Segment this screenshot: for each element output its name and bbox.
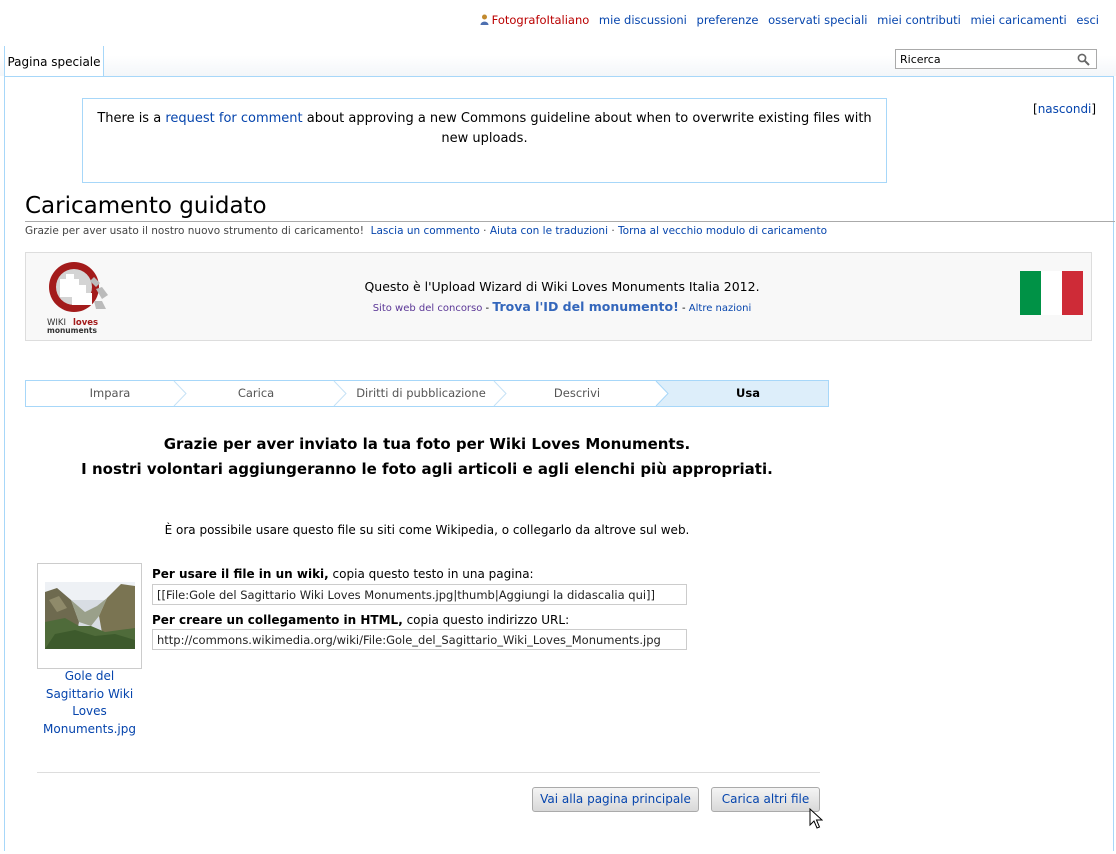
wiki-usage-label: Per usare il file in un wiki, copia ques… — [152, 567, 534, 581]
tab-special-page[interactable]: Pagina speciale — [4, 46, 104, 76]
file-thumbnail[interactable] — [37, 563, 142, 669]
step-release-rights: Diritti di pubblicazione — [356, 386, 486, 400]
thanks-message: Grazie per aver inviato la tua foto per … — [81, 435, 773, 478]
mouse-cursor-icon — [809, 808, 823, 829]
my-talk-link[interactable]: mie discussioni — [599, 13, 687, 27]
hide-notice-link[interactable]: nascondi — [1038, 102, 1092, 116]
rfc-link[interactable]: request for comment — [165, 111, 302, 126]
campaign-banner: WIKI loves monuments Questo è l'Upload W… — [25, 252, 1092, 341]
wizard-steps: Impara Carica Diritti di pubblicazione D… — [25, 380, 829, 407]
banner-text: Questo è l'Upload Wizard di Wiki Loves M… — [316, 279, 808, 314]
my-contributions-link[interactable]: miei contributi — [877, 13, 961, 27]
step-describe: Descrivi — [553, 386, 601, 400]
logout-link[interactable]: esci — [1076, 13, 1099, 27]
preferences-link[interactable]: preferenze — [697, 13, 759, 27]
user-icon — [480, 14, 489, 25]
leave-feedback-link[interactable]: Lascia un commento — [371, 225, 480, 237]
user-link[interactable]: FotografoItaliano — [480, 13, 593, 27]
italian-flag-icon — [1020, 271, 1083, 315]
search-box — [895, 49, 1097, 69]
wiki-loves-monuments-logo: WIKI loves monuments — [47, 262, 108, 335]
contest-site-link[interactable]: Sito web del concorso — [373, 303, 483, 314]
banner-links: Sito web del concorso - Trova l'ID del m… — [372, 299, 752, 314]
old-form-link[interactable]: Torna al vecchio modulo di caricamento — [618, 225, 827, 237]
step-use: Usa — [736, 386, 760, 400]
page-title: Caricamento guidato — [25, 193, 267, 219]
search-icon[interactable] — [1077, 53, 1090, 66]
html-usage-label: Per creare un collegamento in HTML, copi… — [152, 613, 570, 627]
step-upload: Carica — [237, 386, 275, 400]
divider — [37, 772, 820, 773]
search-input[interactable] — [896, 50, 1076, 68]
wiki-code-field[interactable] — [152, 584, 687, 605]
upload-more-files-button[interactable]: Carica altri file — [711, 787, 820, 812]
go-to-main-page-button[interactable]: Vai alla pagina principale — [532, 787, 699, 812]
file-name-link[interactable]: Gole del Sagittario Wiki Loves Monuments… — [37, 668, 142, 738]
my-uploads-link[interactable]: miei caricamenti — [970, 13, 1066, 27]
site-notice: There is a request for comment about app… — [82, 98, 887, 183]
other-nations-link[interactable]: Altre nazioni — [689, 303, 752, 314]
banner-headline: Questo è l'Upload Wizard di Wiki Loves M… — [364, 279, 760, 294]
find-monument-id-link[interactable]: Trova l'ID del monumento! — [492, 299, 678, 314]
title-divider — [25, 221, 1115, 222]
page-subtitle: Grazie per aver usato il nostro nuovo st… — [25, 225, 828, 237]
html-url-field[interactable] — [152, 629, 687, 650]
watchlist-link[interactable]: osservati speciali — [768, 13, 867, 27]
logo-text-monuments: monuments — [47, 326, 97, 335]
gorge-photo-thumbnail — [45, 582, 135, 649]
step-learn: Impara — [89, 386, 131, 400]
usage-info: È ora possibile usare questo file su sit… — [164, 523, 690, 537]
personal-tools: FotografoItaliano mie discussioni prefer… — [474, 13, 1099, 27]
help-translate-link[interactable]: Aiuta con le traduzioni — [490, 225, 608, 237]
hide-notice: [nascondi] — [1033, 102, 1097, 116]
